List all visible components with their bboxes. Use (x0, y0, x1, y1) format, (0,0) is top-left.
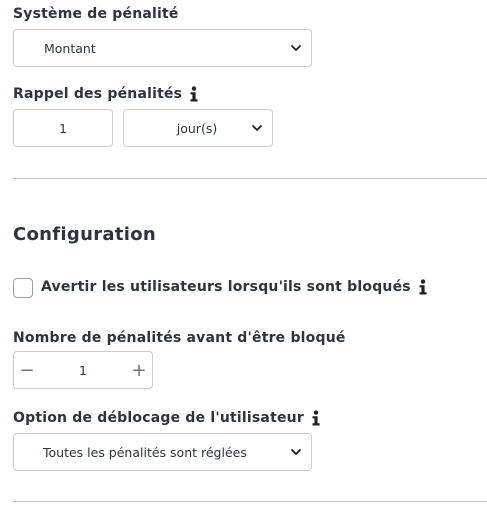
configuration-title: Configuration (13, 224, 156, 245)
penalty-system-selected: Montant (44, 40, 96, 56)
increment-button[interactable]: + (126, 352, 152, 388)
notify-users-checkbox[interactable] (13, 278, 33, 298)
penalties-before-block-label: Nombre de pénalités avant d'être bloqué (13, 330, 346, 346)
info-icon[interactable] (188, 86, 200, 102)
chevron-down-icon (252, 124, 262, 131)
penalty-reminder-input[interactable]: 1 (13, 109, 113, 147)
penalties-before-block-stepper[interactable]: − 1 + (13, 351, 153, 389)
info-icon[interactable] (417, 279, 429, 295)
unblock-option-select[interactable]: Toutes les pénalités sont réglées (13, 433, 312, 471)
penalty-reminder-unit-select[interactable]: jour(s) (123, 109, 273, 147)
unblock-option-selected: Toutes les pénalités sont réglées (43, 444, 247, 460)
penalties-before-block-label-text: Nombre de pénalités avant d'être bloqué (13, 330, 346, 346)
bottom-divider (13, 501, 487, 502)
section-divider (13, 178, 487, 179)
penalty-reminder-unit-selected: jour(s) (176, 120, 218, 136)
penalty-system-label: Système de pénalité (13, 6, 179, 22)
chevron-down-icon (291, 44, 301, 51)
notify-users-label: Avertir les utilisateurs lorsqu'ils sont… (41, 279, 429, 295)
chevron-down-icon (291, 448, 301, 455)
penalties-before-block-value: 1 (79, 362, 87, 378)
unblock-option-label-text: Option de déblocage de l'utilisateur (13, 410, 304, 426)
decrement-button[interactable]: − (14, 352, 40, 388)
info-icon[interactable] (310, 410, 322, 426)
penalty-reminder-label: Rappel des pénalités (13, 86, 200, 102)
penalty-system-label-text: Système de pénalité (13, 6, 179, 22)
penalty-reminder-value: 1 (59, 120, 67, 136)
unblock-option-label: Option de déblocage de l'utilisateur (13, 410, 322, 426)
notify-users-label-text: Avertir les utilisateurs lorsqu'ils sont… (41, 279, 411, 295)
penalty-reminder-label-text: Rappel des pénalités (13, 86, 183, 102)
penalty-system-select[interactable]: Montant (13, 29, 312, 67)
